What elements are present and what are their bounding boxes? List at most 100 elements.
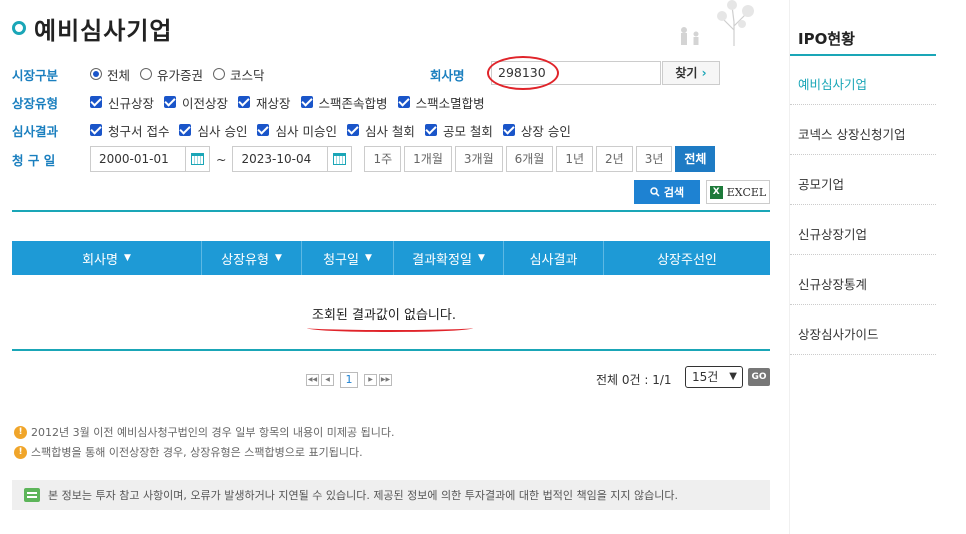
note-item: ! 2012년 3월 이전 예비심사청구법인의 경우 일부 항목의 내용이 미제… <box>14 424 394 440</box>
sidebar-item-new-listings[interactable]: 신규상장기업 <box>798 224 936 243</box>
listing-type-option[interactable]: 재상장 <box>238 93 291 112</box>
title-bullet-icon <box>12 21 26 35</box>
first-page-icon[interactable]: ◀◀ <box>306 374 319 386</box>
listing-type-option[interactable]: 스팩존속합병 <box>300 93 388 112</box>
sidebar-item-listing-stats[interactable]: 신규상장통계 <box>798 274 936 293</box>
exclamation-icon: ! <box>14 425 27 439</box>
period-3y-button[interactable]: 3년 <box>635 146 673 172</box>
result-option[interactable]: 심사 철회 <box>346 121 415 140</box>
period-3m-button[interactable]: 3개월 <box>454 146 503 172</box>
period-2y-button[interactable]: 2년 <box>596 146 633 172</box>
checkbox-checked-icon[interactable] <box>397 96 410 108</box>
excel-download-button[interactable]: X EXCEL <box>706 180 770 204</box>
listing-type-row: 상장유형 신규상장 이전상장 재상장 스팩존속합병 스팩소멸합병 <box>12 89 770 115</box>
last-page-icon[interactable]: ▶▶ <box>379 374 392 386</box>
sidebar-item-ipo-companies[interactable]: 공모기업 <box>798 174 936 193</box>
go-button[interactable]: GO <box>748 368 770 386</box>
radio-icon[interactable] <box>213 68 226 80</box>
date-from-input[interactable]: 2000-01-01 <box>90 146 186 172</box>
period-all-button[interactable]: 전체 <box>675 146 716 172</box>
sidebar-separator <box>790 104 936 105</box>
listing-type-option[interactable]: 이전상장 <box>164 93 228 112</box>
calendar-icon <box>191 153 204 165</box>
checkbox-checked-icon[interactable] <box>300 96 313 108</box>
listing-type-option[interactable]: 신규상장 <box>90 93 154 112</box>
prev-page-icon[interactable]: ◀ <box>321 374 334 386</box>
company-search-input[interactable]: 298130 <box>491 61 661 85</box>
sidebar-separator <box>790 354 936 355</box>
result-row: 심사결과 청구서 접수 심사 승인 심사 미승인 심사 철회 공모 철회 상장 … <box>12 117 770 143</box>
next-page-icon[interactable]: ▶ <box>364 374 377 386</box>
period-1y-button[interactable]: 1년 <box>556 146 594 172</box>
column-listing-type[interactable]: 상장유형 ▼ <box>202 241 302 275</box>
checkbox-checked-icon[interactable] <box>164 96 177 108</box>
sidebar-separator <box>790 154 936 155</box>
result-option[interactable]: 공모 철회 <box>424 121 493 140</box>
market-row: 시장구분 전체 유가증권 코스닥 회사명 298130 찾기 › <box>12 56 770 90</box>
sidebar-item-konex[interactable]: 코넥스 상장신청기업 <box>798 124 936 143</box>
disclaimer-box: 본 정보는 투자 참고 사항이며, 오류가 발생하거나 지연될 수 있습니다. … <box>12 480 770 510</box>
market-option-kosdaq[interactable]: 코스닥 <box>213 65 265 84</box>
date-to-input[interactable]: 2023-10-04 <box>232 146 329 172</box>
column-underwriter: 상장주선인 <box>657 252 717 268</box>
results-table-header: 회사명 ▼ 상장유형 ▼ 청구일 ▼ 결과확정일 ▼ 심사결과 상장주선인 <box>12 241 770 275</box>
sidebar-separator <box>790 254 936 255</box>
column-request-date[interactable]: 청구일 ▼ <box>302 241 394 275</box>
page-size-select[interactable]: 15건 ▼ <box>685 366 743 388</box>
period-6m-button[interactable]: 6개월 <box>505 146 554 172</box>
period-1m-button[interactable]: 1개월 <box>404 146 452 172</box>
notice-icon <box>24 488 40 502</box>
date-row: 청 구 일 2000-01-01 ~ 2023-10-04 1주 1개월 3개월… <box>12 146 770 172</box>
sidebar-item-preliminary-review[interactable]: 예비심사기업 <box>798 74 936 93</box>
market-option-kospi[interactable]: 유가증권 <box>140 65 203 84</box>
checkbox-checked-icon[interactable] <box>257 124 270 136</box>
checkbox-checked-icon[interactable] <box>90 96 102 108</box>
search-button[interactable]: 검색 <box>634 180 700 204</box>
date-to-calendar-button[interactable] <box>328 146 353 172</box>
caret-down-icon: ▼ <box>364 253 372 263</box>
chevron-right-icon: › <box>701 66 707 80</box>
checkbox-checked-icon[interactable] <box>502 124 515 136</box>
radio-selected-icon[interactable] <box>90 68 102 80</box>
table-bottom-divider <box>12 349 770 351</box>
sidebar-title-rule <box>790 54 936 56</box>
radio-icon[interactable] <box>140 68 153 80</box>
chevron-down-icon: ▼ <box>729 371 737 382</box>
checkbox-checked-icon[interactable] <box>90 124 102 136</box>
date-from-calendar-button[interactable] <box>186 146 210 172</box>
column-company[interactable]: 회사명 ▼ <box>12 241 202 275</box>
date-label: 청 구 일 <box>12 152 56 168</box>
page-number[interactable]: 1 <box>340 372 358 388</box>
result-option[interactable]: 상장 승인 <box>502 121 571 140</box>
column-review-result: 심사결과 <box>504 241 604 275</box>
result-label: 심사결과 <box>12 123 59 139</box>
caret-down-icon: ▼ <box>477 253 485 263</box>
sidebar-title: IPO현황 <box>798 30 855 48</box>
total-count: 전체 0건 : 1/1 <box>596 373 672 387</box>
empty-result-message: 조회된 결과값이 없습니다. <box>312 308 456 323</box>
company-label: 회사명 <box>430 67 465 83</box>
red-underline-annotation <box>307 324 473 332</box>
column-decision-date[interactable]: 결과확정일 ▼ <box>394 241 504 275</box>
market-option-all[interactable]: 전체 <box>90 65 130 84</box>
checkbox-checked-icon[interactable] <box>424 124 437 136</box>
checkbox-checked-icon[interactable] <box>179 124 192 136</box>
listing-type-option[interactable]: 스팩소멸합병 <box>397 93 485 112</box>
find-button[interactable]: 찾기 › <box>662 61 720 85</box>
sidebar: IPO현황 예비심사기업 코넥스 상장신청기업 공모기업 신규상장기업 신규상장… <box>789 0 966 534</box>
result-option[interactable]: 청구서 접수 <box>90 121 169 140</box>
main-content: 예비심사기업 시장구분 전체 유가증권 코스닥 회사명 298130 찾기 › … <box>0 0 785 534</box>
filter-divider <box>12 210 770 212</box>
pagination: ◀◀ ◀ 1 ▶ ▶▶ <box>306 372 394 388</box>
result-option[interactable]: 심사 미승인 <box>257 121 337 140</box>
tree-illustration-icon <box>681 0 754 46</box>
date-separator: ~ <box>216 151 227 167</box>
checkbox-checked-icon[interactable] <box>238 96 251 108</box>
checkbox-checked-icon[interactable] <box>346 124 359 136</box>
period-1w-button[interactable]: 1주 <box>364 146 402 172</box>
exclamation-icon: ! <box>14 445 27 459</box>
result-option[interactable]: 심사 승인 <box>179 121 247 140</box>
sidebar-item-review-guide[interactable]: 상장심사가이드 <box>798 324 936 343</box>
title-row: 예비심사기업 <box>12 10 172 46</box>
excel-icon: X <box>709 185 723 199</box>
